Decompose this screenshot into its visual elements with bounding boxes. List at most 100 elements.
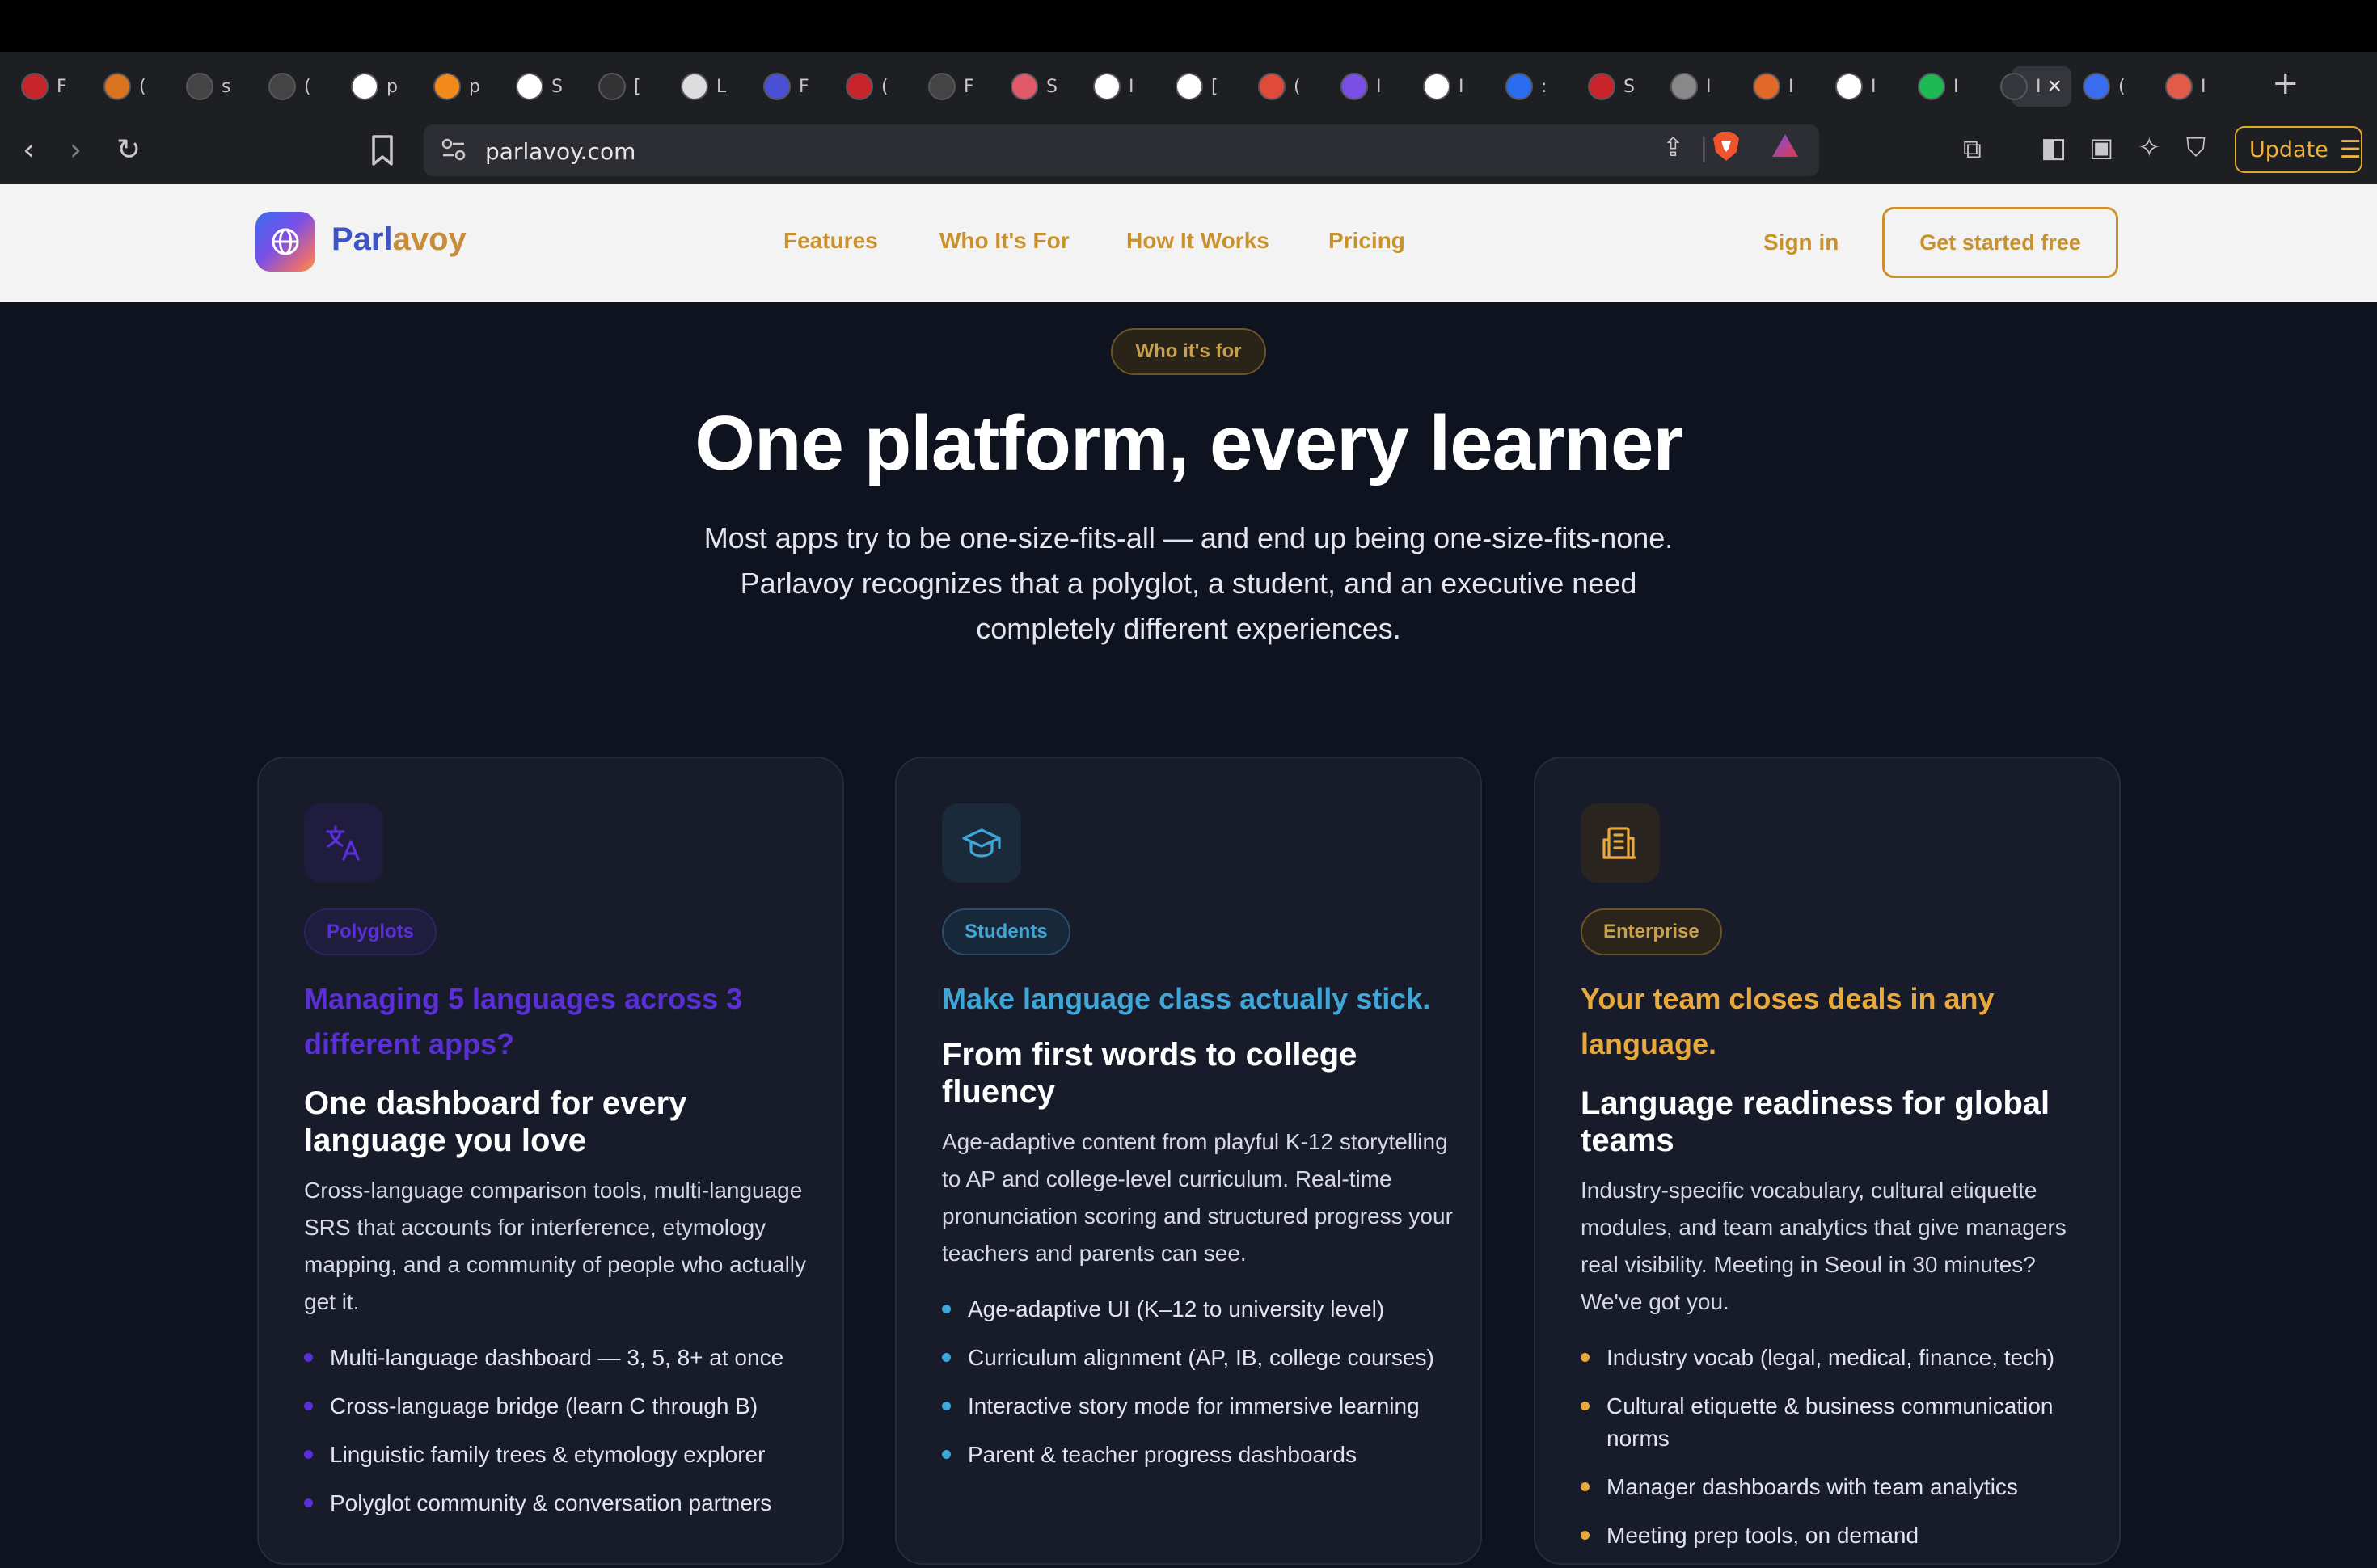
forward-icon[interactable]: › (70, 134, 82, 165)
bullet-dot (304, 1450, 313, 1459)
list-item-text: Linguistic family trees & etymology expl… (330, 1442, 766, 1467)
favicon-icon (1340, 73, 1368, 100)
favicon-icon (103, 73, 131, 100)
bullet-dot (942, 1450, 951, 1459)
card-title: Language readiness for global teams (1581, 1085, 2050, 1158)
nav-link-features[interactable]: Features (783, 228, 878, 254)
browser-tab[interactable]: ( (1258, 66, 1301, 107)
tab-title: S (551, 76, 563, 97)
browser-tab[interactable]: S (1011, 66, 1058, 107)
section-title: One platform, every learner (695, 400, 1683, 487)
browser-tab[interactable]: I (2165, 66, 2206, 107)
bullet-dot (1581, 1482, 1590, 1491)
new-tab-icon[interactable]: + (2272, 65, 2299, 102)
tab-title: S (1623, 76, 1635, 97)
browser-tab[interactable]: I (1835, 66, 1877, 107)
audience-badge: Students (942, 908, 1070, 955)
browser-tab[interactable]: I (1918, 66, 1959, 107)
url-text: parlavoy.com (485, 138, 636, 165)
logo-icon[interactable] (255, 212, 315, 272)
bullet-dot (942, 1353, 951, 1362)
browser-tab[interactable]: : (1505, 66, 1547, 107)
card-icon-wrap (1581, 803, 1660, 883)
browser-tab[interactable]: I (1753, 66, 1794, 107)
list-item-text: Curriculum alignment (AP, IB, college co… (968, 1345, 1434, 1370)
vpn-icon[interactable]: ⛉ (2186, 134, 2206, 160)
sign-in-link[interactable]: Sign in (1763, 230, 1839, 255)
browser-tab[interactable]: ( (846, 66, 889, 107)
tab-title: ( (304, 76, 311, 97)
browser-tab[interactable]: s (186, 66, 230, 107)
bullet-dot (942, 1402, 951, 1410)
bullet-dot (304, 1402, 313, 1410)
browser-tab[interactable]: L (681, 66, 726, 107)
favicon-icon (846, 73, 873, 100)
favicon-icon (433, 73, 461, 100)
browser-tab[interactable]: I (1340, 66, 1382, 107)
browser-tab[interactable]: [ (598, 66, 641, 107)
wallet-icon[interactable]: ▣ (2089, 134, 2113, 160)
tab-title: I (2201, 76, 2206, 97)
update-button[interactable]: Update ☰ (2235, 126, 2362, 173)
tab-title: I (1459, 76, 1464, 97)
get-started-button[interactable]: Get started free (1882, 207, 2118, 278)
browser-tab[interactable]: I (1093, 66, 1134, 107)
browser-tab[interactable]: F (21, 66, 67, 107)
nav-link-pricing[interactable]: Pricing (1328, 228, 1405, 254)
favicon-icon (1258, 73, 1286, 100)
logo-wordmark[interactable]: Parlavoy (331, 221, 467, 258)
browser-tab[interactable]: F (928, 66, 974, 107)
card-description: Cross-language comparison tools, multi-l… (304, 1178, 807, 1314)
bullet-dot (942, 1305, 951, 1313)
feature-list: Age-adaptive UI (K–12 to university leve… (942, 1293, 1459, 1487)
browser-tab[interactable]: ( (2083, 66, 2126, 107)
card-description: Age-adaptive content from playful K-12 s… (942, 1129, 1453, 1266)
tab-title: I (1871, 76, 1877, 97)
card-description: Industry-specific vocabulary, cultural e… (1581, 1178, 2067, 1314)
site-info-icon[interactable] (440, 136, 467, 163)
graduation-cap-icon (962, 828, 1001, 858)
reload-icon[interactable]: ↻ (116, 136, 141, 165)
browser-tab[interactable]: [ (1176, 66, 1218, 107)
site-header: Parlavoy Features Who It's For How It Wo… (0, 184, 2377, 302)
address-bar[interactable]: parlavoy.com ⇪ | (424, 124, 1819, 176)
browser-tab[interactable]: p (433, 66, 480, 107)
tab-title: ( (881, 76, 889, 97)
browser-tab[interactable]: F (763, 66, 809, 107)
list-item: Parent & teacher progress dashboards (942, 1439, 1459, 1471)
browser-tab[interactable]: ( (103, 66, 146, 107)
tab-title: I (1706, 76, 1712, 97)
update-label: Update (2249, 137, 2328, 162)
leo-ai-icon[interactable]: ✧ (2138, 134, 2161, 162)
close-icon[interactable]: × (2048, 73, 2062, 100)
browser-tab[interactable]: S (516, 66, 563, 107)
browser-tab[interactable]: ( (268, 66, 311, 107)
brave-rewards-icon[interactable] (1771, 133, 1800, 158)
browser-tab[interactable]: I (2000, 66, 2041, 107)
nav-link-how-it-works[interactable]: How It Works (1126, 228, 1269, 254)
favicon-icon (1918, 73, 1945, 100)
list-item-text: Age-adaptive UI (K–12 to university leve… (968, 1296, 1385, 1321)
list-item: Curriculum alignment (AP, IB, college co… (942, 1342, 1459, 1374)
bookmark-icon[interactable] (370, 134, 395, 171)
list-item: Linguistic family trees & etymology expl… (304, 1439, 821, 1471)
browser-tab[interactable]: S (1588, 66, 1635, 107)
sidebar-icon[interactable]: ◧ (2041, 134, 2067, 162)
nav-link-who-its-for[interactable]: Who It's For (939, 228, 1070, 254)
share-icon[interactable]: ⇪ (1662, 134, 1684, 160)
tab-title: F (799, 76, 809, 97)
favicon-icon (2083, 73, 2110, 100)
browser-tab[interactable]: p (351, 66, 398, 107)
reader-mode-icon[interactable]: ⧉ (1963, 136, 1982, 162)
browser-tab[interactable]: I (1670, 66, 1712, 107)
card-icon-wrap (304, 803, 383, 883)
list-item-text: Polyglot community & conversation partne… (330, 1490, 772, 1515)
tab-title: I (1788, 76, 1794, 97)
back-icon[interactable]: ‹ (23, 134, 35, 165)
list-item-text: Interactive story mode for immersive lea… (968, 1393, 1420, 1418)
favicon-icon (1670, 73, 1698, 100)
brave-shields-icon[interactable] (1712, 131, 1740, 162)
favicon-icon (2000, 73, 2028, 100)
browser-tab[interactable]: I (1423, 66, 1464, 107)
favicon-icon (928, 73, 956, 100)
